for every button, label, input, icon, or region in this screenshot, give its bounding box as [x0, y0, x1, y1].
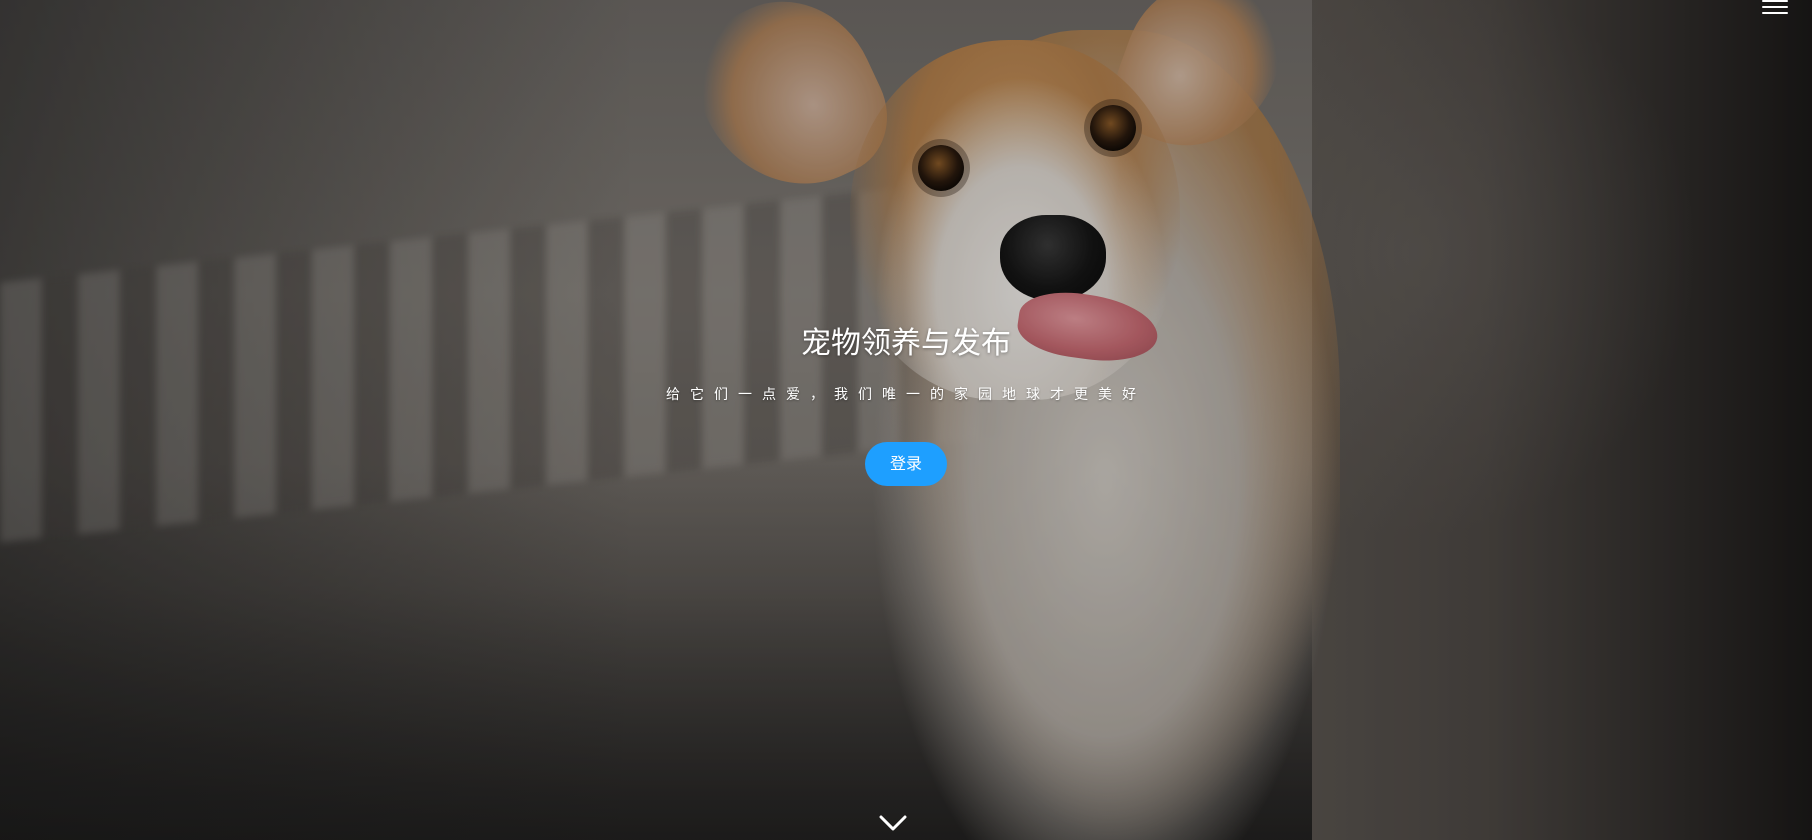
login-button[interactable]: 登录 — [865, 442, 947, 486]
menu-line — [1762, 6, 1788, 8]
menu-line — [1762, 0, 1788, 2]
page-title: 宠物领养与发布 — [801, 326, 1011, 361]
hero-section: 宠物领养与发布 给它们一点爱，我们唯一的家园地球才更美好 登录 — [0, 0, 1812, 840]
menu-line — [1762, 12, 1788, 14]
page-subtitle: 给它们一点爱，我们唯一的家园地球才更美好 — [666, 387, 1146, 403]
chevron-down-icon[interactable] — [878, 813, 908, 833]
hamburger-menu-icon[interactable] — [1762, 0, 1788, 14]
hero-content: 宠物领养与发布 给它们一点爱，我们唯一的家园地球才更美好 登录 — [0, 318, 1812, 486]
